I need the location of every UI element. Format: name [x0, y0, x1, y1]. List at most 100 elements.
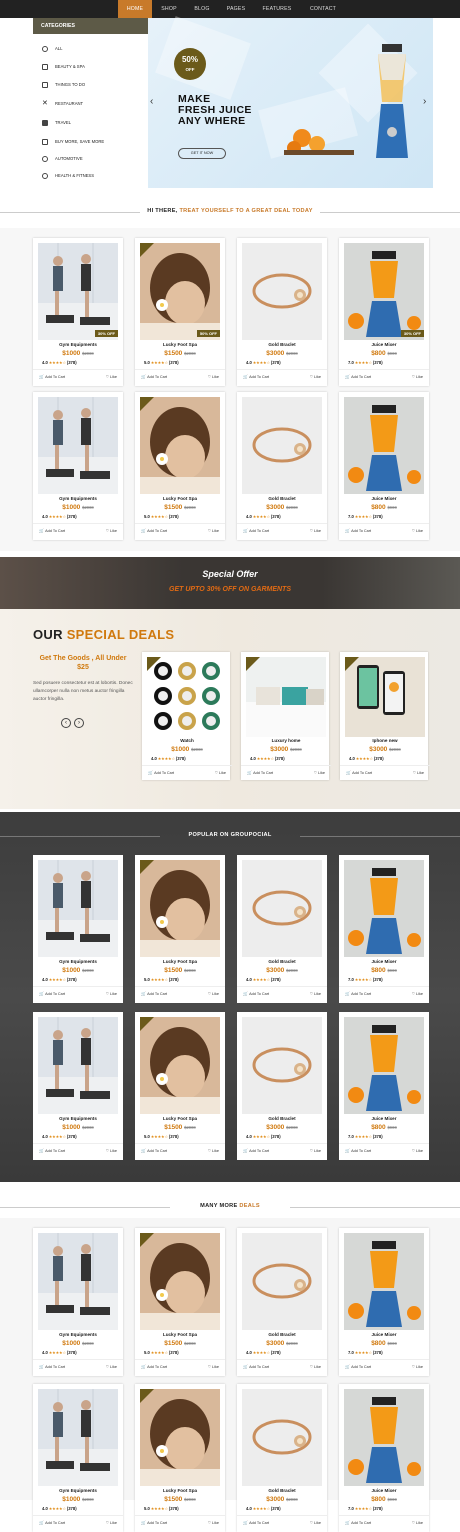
product-image[interactable]	[38, 243, 118, 340]
add-to-cart-button[interactable]: 🛒 Add To Cart	[141, 524, 167, 538]
like-button[interactable]: ♡ Like	[314, 766, 325, 780]
special-offer-banner[interactable]: Special Offer GET UPTO 30% OFF ON GARMEN…	[0, 557, 460, 609]
nav-contact[interactable]: CONTACT	[304, 0, 342, 18]
product-name[interactable]: Gym Equipments	[33, 1488, 123, 1493]
like-button[interactable]: ♡ Like	[412, 370, 423, 384]
add-to-cart-button[interactable]: 🛒 Add To Cart	[39, 1360, 65, 1374]
add-to-cart-button[interactable]: 🛒 Add To Cart	[141, 987, 167, 1001]
product-image[interactable]	[242, 243, 322, 340]
product-image[interactable]	[38, 1017, 118, 1114]
product-name[interactable]: Juice Mixer	[339, 1488, 429, 1493]
add-to-cart-button[interactable]: 🛒 Add To Cart	[345, 1360, 371, 1374]
like-button[interactable]: ♡ Like	[412, 987, 423, 1001]
product-image[interactable]	[242, 1389, 322, 1486]
category-things-to-do[interactable]: THINGS TO DO	[33, 79, 148, 91]
product-card[interactable]: Lucky Foot Spa $1500 $2000 5.0 ★★★★☆ (378)…	[135, 855, 225, 1003]
like-button[interactable]: ♡ Like	[208, 987, 219, 1001]
add-to-cart-button[interactable]: 🛒 Add To Cart	[243, 1360, 269, 1374]
product-name[interactable]: Lucky Foot Spa	[135, 342, 225, 347]
product-image[interactable]	[38, 860, 118, 957]
like-button[interactable]: ♡ Like	[106, 524, 117, 538]
product-image[interactable]	[344, 243, 424, 340]
product-card[interactable]: Juice Mixer $800 $900 7.0 ★★★★☆ (378) 🛒 Add…	[339, 238, 429, 386]
product-image[interactable]	[38, 1389, 118, 1486]
add-to-cart-button[interactable]: 🛒 Add To Cart	[141, 1516, 167, 1530]
product-name[interactable]: Gym Equipments	[33, 1116, 123, 1121]
category-health-fitness[interactable]: HEALTH & FITNESS	[33, 170, 148, 182]
add-to-cart-button[interactable]: 🛒 Add To Cart	[39, 524, 65, 538]
add-to-cart-button[interactable]: 🛒 Add To Cart	[243, 370, 269, 384]
product-card[interactable]: Juice Mixer $800 $900 7.0 ★★★★☆ (378) 🛒 Add…	[339, 1012, 429, 1160]
like-button[interactable]: ♡ Like	[106, 987, 117, 1001]
product-card[interactable]: Lucky Foot Spa $1500 $2000 5.0 ★★★★☆ (378)…	[135, 1012, 225, 1160]
nav-features[interactable]: FEATURES	[257, 0, 297, 18]
product-name[interactable]: Gold Braclet	[237, 1332, 327, 1337]
product-card[interactable]: Gold Braclet $3000 $2000 4.0 ★★★★☆ (378) 🛒 …	[237, 238, 327, 386]
product-name[interactable]: Juice Mixer	[339, 1116, 429, 1121]
product-image[interactable]	[242, 860, 322, 957]
product-card[interactable]: Watch $1000 $2000 4.0 ★★★★☆ (378) 🛒 Add To …	[142, 652, 232, 780]
add-to-cart-button[interactable]: 🛒 Add To Cart	[243, 524, 269, 538]
product-image[interactable]	[38, 1233, 118, 1330]
category-travel[interactable]: TRAVEL	[33, 117, 148, 129]
category-restaurant[interactable]: ✕ RESTAURANT	[33, 98, 148, 110]
add-to-cart-button[interactable]: 🛒 Add To Cart	[141, 370, 167, 384]
add-to-cart-button[interactable]: 🛒 Add To Cart	[243, 987, 269, 1001]
category-beauty-spa[interactable]: BEAUTY & SPA	[33, 61, 148, 73]
product-name[interactable]: Gold Braclet	[237, 1116, 327, 1121]
product-name[interactable]: Iphone new	[340, 738, 430, 743]
product-name[interactable]: Gold Braclet	[237, 1488, 327, 1493]
product-card[interactable]: Gym Equipments $1000 $2000 4.0 ★★★★☆ (378)…	[33, 855, 123, 1003]
product-card[interactable]: Lucky Foot Spa $1500 $2000 5.0 ★★★★☆ (378)…	[135, 1228, 225, 1376]
product-name[interactable]: Lucky Foot Spa	[135, 1332, 225, 1337]
add-to-cart-button[interactable]: 🛒 Add To Cart	[39, 370, 65, 384]
product-card[interactable]: Lucky Foot Spa $1500 $2000 5.0 ★★★★☆ (378)…	[135, 392, 225, 540]
product-card[interactable]: Luxury home $3000 $2000 4.0 ★★★★☆ (378) 🛒 A…	[241, 652, 331, 780]
product-card[interactable]: Juice Mixer $800 $900 7.0 ★★★★☆ (378) 🛒 Add…	[339, 392, 429, 540]
like-button[interactable]: ♡ Like	[412, 1144, 423, 1158]
like-button[interactable]: ♡ Like	[412, 524, 423, 538]
product-card[interactable]: Gold Braclet $3000 $2000 4.0 ★★★★☆ (378) 🛒 …	[237, 1012, 327, 1160]
like-button[interactable]: ♡ Like	[412, 1360, 423, 1374]
like-button[interactable]: ♡ Like	[310, 370, 321, 384]
like-button[interactable]: ♡ Like	[106, 370, 117, 384]
product-image[interactable]	[344, 1017, 424, 1114]
product-name[interactable]: Lucky Foot Spa	[135, 1116, 225, 1121]
product-name[interactable]: Juice Mixer	[339, 496, 429, 501]
add-to-cart-button[interactable]: 🛒 Add To Cart	[148, 766, 174, 780]
category-all[interactable]: ALL	[33, 43, 148, 55]
add-to-cart-button[interactable]: 🛒 Add To Cart	[346, 766, 372, 780]
product-card[interactable]: Gold Braclet $3000 $2000 4.0 ★★★★☆ (378) 🛒 …	[237, 392, 327, 540]
add-to-cart-button[interactable]: 🛒 Add To Cart	[141, 1144, 167, 1158]
product-image[interactable]	[344, 1389, 424, 1486]
product-name[interactable]: Gold Braclet	[237, 496, 327, 501]
product-card[interactable]: Gym Equipments $1000 $2000 4.0 ★★★★☆ (378)…	[33, 392, 123, 540]
product-name[interactable]: Lucky Foot Spa	[135, 496, 225, 501]
like-button[interactable]: ♡ Like	[106, 1144, 117, 1158]
like-button[interactable]: ♡ Like	[208, 1516, 219, 1530]
product-image[interactable]	[242, 397, 322, 494]
product-card[interactable]: Juice Mixer $800 $900 7.0 ★★★★☆ (378) 🛒 Add…	[339, 1228, 429, 1376]
add-to-cart-button[interactable]: 🛒 Add To Cart	[39, 1516, 65, 1530]
product-image[interactable]	[344, 397, 424, 494]
like-button[interactable]: ♡ Like	[106, 1516, 117, 1530]
category-buy-more[interactable]: BUY MORE, SAVE MORE	[33, 136, 148, 148]
add-to-cart-button[interactable]: 🛒 Add To Cart	[247, 766, 273, 780]
chevron-left-icon[interactable]: ‹	[150, 97, 153, 107]
product-image[interactable]	[140, 1017, 220, 1114]
product-name[interactable]: Lucky Foot Spa	[135, 1488, 225, 1493]
product-card[interactable]: Gym Equipments $1000 $2000 4.0 ★★★★☆ (378)…	[33, 1012, 123, 1160]
product-name[interactable]: Gym Equipments	[33, 1332, 123, 1337]
like-button[interactable]: ♡ Like	[106, 1360, 117, 1374]
like-button[interactable]: ♡ Like	[208, 370, 219, 384]
chevron-left-icon[interactable]: ‹	[61, 718, 71, 728]
like-button[interactable]: ♡ Like	[310, 524, 321, 538]
add-to-cart-button[interactable]: 🛒 Add To Cart	[39, 987, 65, 1001]
category-automotive[interactable]: AUTOMOTIVE	[33, 153, 148, 165]
product-name[interactable]: Gold Braclet	[237, 959, 327, 964]
nav-home[interactable]: HOME	[118, 0, 152, 18]
add-to-cart-button[interactable]: 🛒 Add To Cart	[243, 1516, 269, 1530]
nav-pages[interactable]: PAGES	[221, 0, 251, 18]
product-card[interactable]: Iphone new $3000 $2000 4.0 ★★★★☆ (378) 🛒 Ad…	[340, 652, 430, 780]
product-image[interactable]	[38, 397, 118, 494]
